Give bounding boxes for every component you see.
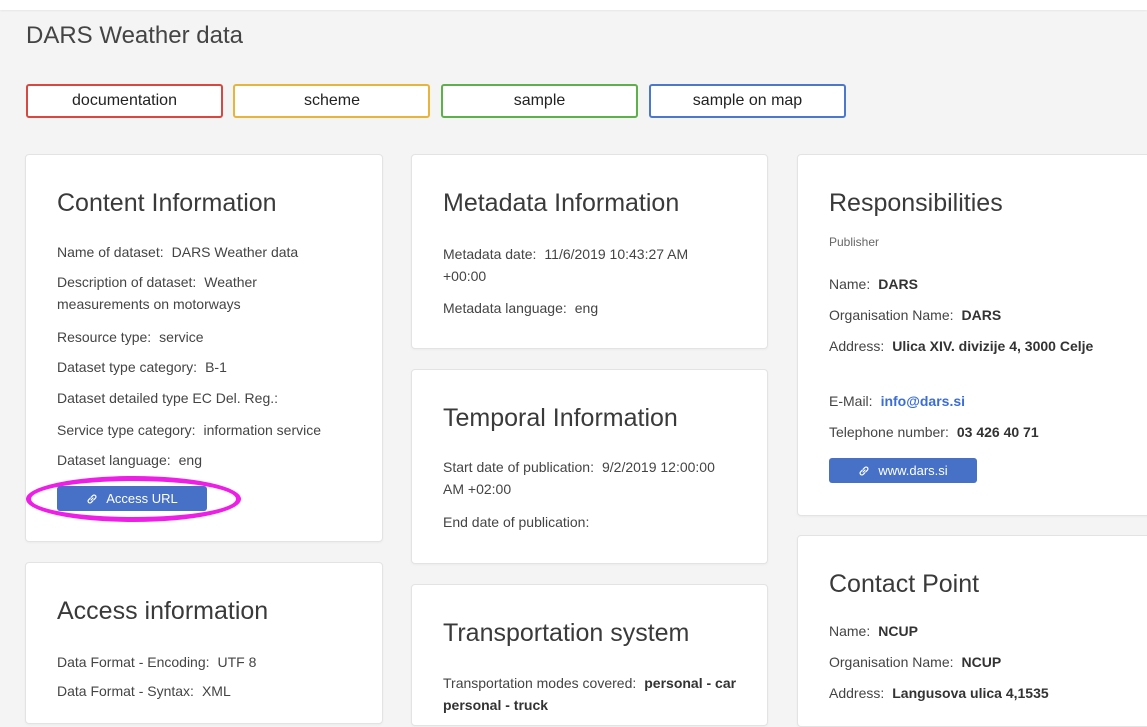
row-value: DARS Weather data [171, 244, 299, 260]
link-icon [859, 466, 869, 475]
info-row-address: Address: Ulica XIV. divizije 4, 3000 Celj… [829, 335, 1119, 357]
row-value: eng [574, 300, 599, 316]
access-url-label: Access URL [106, 491, 178, 506]
info-row-transport-modes: Transportation modes covered: personal - … [443, 672, 743, 716]
info-row-start-date: Start date of publication: 9/2/2019 12:00… [443, 456, 733, 500]
row-value: service [159, 329, 204, 345]
row-label: E-Mail: [829, 393, 873, 409]
card-title: Contact Point [829, 570, 980, 598]
page-title: DARS Weather data [26, 22, 243, 49]
info-row-metadata-date: Metadata date: 11/6/2019 10:43:27 AM +00:… [443, 243, 733, 287]
row-value: UTF 8 [217, 654, 257, 670]
info-row-telephone: Telephone number: 03 426 40 71 [829, 421, 1039, 443]
row-label: Address: [829, 338, 885, 354]
row-label: Dataset type category: [57, 359, 198, 375]
card-title: Responsibilities [829, 189, 1003, 217]
contact-point-card: Contact Point Name: NCUP Organisation Nam… [797, 535, 1147, 727]
row-label: Organisation Name: [829, 307, 954, 323]
row-label: Name: [829, 276, 871, 292]
row-value: DARS [961, 307, 1002, 323]
access-url-button[interactable]: Access URL [57, 486, 207, 511]
info-row-email: E-Mail: info@dars.si [829, 390, 965, 412]
row-label: Name: [829, 623, 871, 639]
tab-sample[interactable]: sample [441, 84, 638, 118]
card-title: Temporal Information [443, 404, 678, 432]
row-label: Description of dataset: [57, 274, 197, 290]
row-label: Service type category: [57, 422, 196, 438]
metadata-information-card: Metadata Information Metadata date: 11/6/… [411, 154, 768, 349]
info-row-metadata-language: Metadata language: eng [443, 297, 598, 319]
info-row-dataset-type: Dataset type category: B-1 [57, 356, 227, 378]
info-row-description: Description of dataset: Weather measureme… [57, 271, 347, 315]
info-row-encoding: Data Format - Encoding: UTF 8 [57, 651, 256, 673]
row-value: Ulica XIV. divizije 4, 3000 Celje [892, 338, 1094, 354]
transportation-system-card: Transportation system Transportation mod… [411, 584, 768, 726]
card-title: Access information [57, 597, 269, 625]
info-row-service-type: Service type category: information servic… [57, 419, 321, 441]
info-row-contact-organisation: Organisation Name: NCUP [829, 651, 1001, 673]
temporal-information-card: Temporal Information Start date of publi… [411, 369, 768, 564]
row-label: Organisation Name: [829, 654, 954, 670]
info-row-detailed-type: Dataset detailed type EC Del. Reg.: [57, 387, 286, 409]
row-value: NCUP [961, 654, 1002, 670]
row-label: Metadata date: [443, 246, 537, 262]
info-row-dataset-name: Name of dataset: DARS Weather data [57, 241, 298, 263]
email-link[interactable]: info@dars.si [881, 393, 965, 409]
info-row-language: Dataset language: eng [57, 449, 202, 471]
info-row-resource-type: Resource type: service [57, 326, 204, 348]
card-title: Content Information [57, 189, 277, 217]
tab-documentation[interactable]: documentation [26, 84, 223, 118]
top-bar [0, 0, 1147, 10]
row-label: Address: [829, 685, 885, 701]
card-title: Metadata Information [443, 189, 680, 217]
row-label: Transportation modes covered: [443, 675, 637, 691]
website-button[interactable]: www.dars.si [829, 458, 977, 483]
row-value: Langusova ulica 4,1535 [892, 685, 1049, 701]
access-information-card: Access information Data Format - Encodin… [25, 562, 383, 724]
info-row-name: Name: DARS [829, 273, 918, 295]
row-label: Metadata language: [443, 300, 567, 316]
publisher-label: Publisher [829, 235, 880, 249]
row-label: Resource type: [57, 329, 152, 345]
responsibilities-card: Responsibilities Publisher Name: DARS Org… [797, 154, 1147, 516]
row-value: eng [178, 452, 202, 468]
row-label: Name of dataset: [57, 244, 164, 260]
card-title: Transportation system [443, 619, 690, 647]
row-value: XML [201, 683, 231, 699]
row-value: 03 426 40 71 [956, 424, 1039, 440]
link-icon [87, 494, 97, 503]
info-row-contact-name: Name: NCUP [829, 620, 918, 642]
row-value: DARS [878, 276, 918, 292]
info-row-contact-address: Address: Langusova ulica 4,1535 [829, 682, 1049, 704]
row-label: Dataset language: [57, 452, 171, 468]
row-label: Data Format - Encoding: [57, 654, 210, 670]
row-label: Data Format - Syntax: [57, 683, 194, 699]
website-label: www.dars.si [878, 463, 948, 478]
tab-sample-on-map[interactable]: sample on map [649, 84, 846, 118]
tab-scheme[interactable]: scheme [233, 84, 430, 118]
row-label: Dataset detailed type EC Del. Reg.: [57, 390, 279, 406]
row-label: Telephone number: [829, 424, 949, 440]
content-information-card: Content Information Name of dataset: DARS… [25, 154, 383, 542]
info-row-syntax: Data Format - Syntax: XML [57, 680, 231, 702]
row-label: Start date of publication: [443, 459, 594, 475]
info-row-end-date: End date of publication: [443, 511, 597, 533]
row-value: B-1 [205, 359, 227, 375]
info-row-organisation: Organisation Name: DARS [829, 304, 1001, 326]
row-value: NCUP [878, 623, 918, 639]
row-label: End date of publication: [443, 514, 590, 530]
row-value: information service [203, 422, 322, 438]
